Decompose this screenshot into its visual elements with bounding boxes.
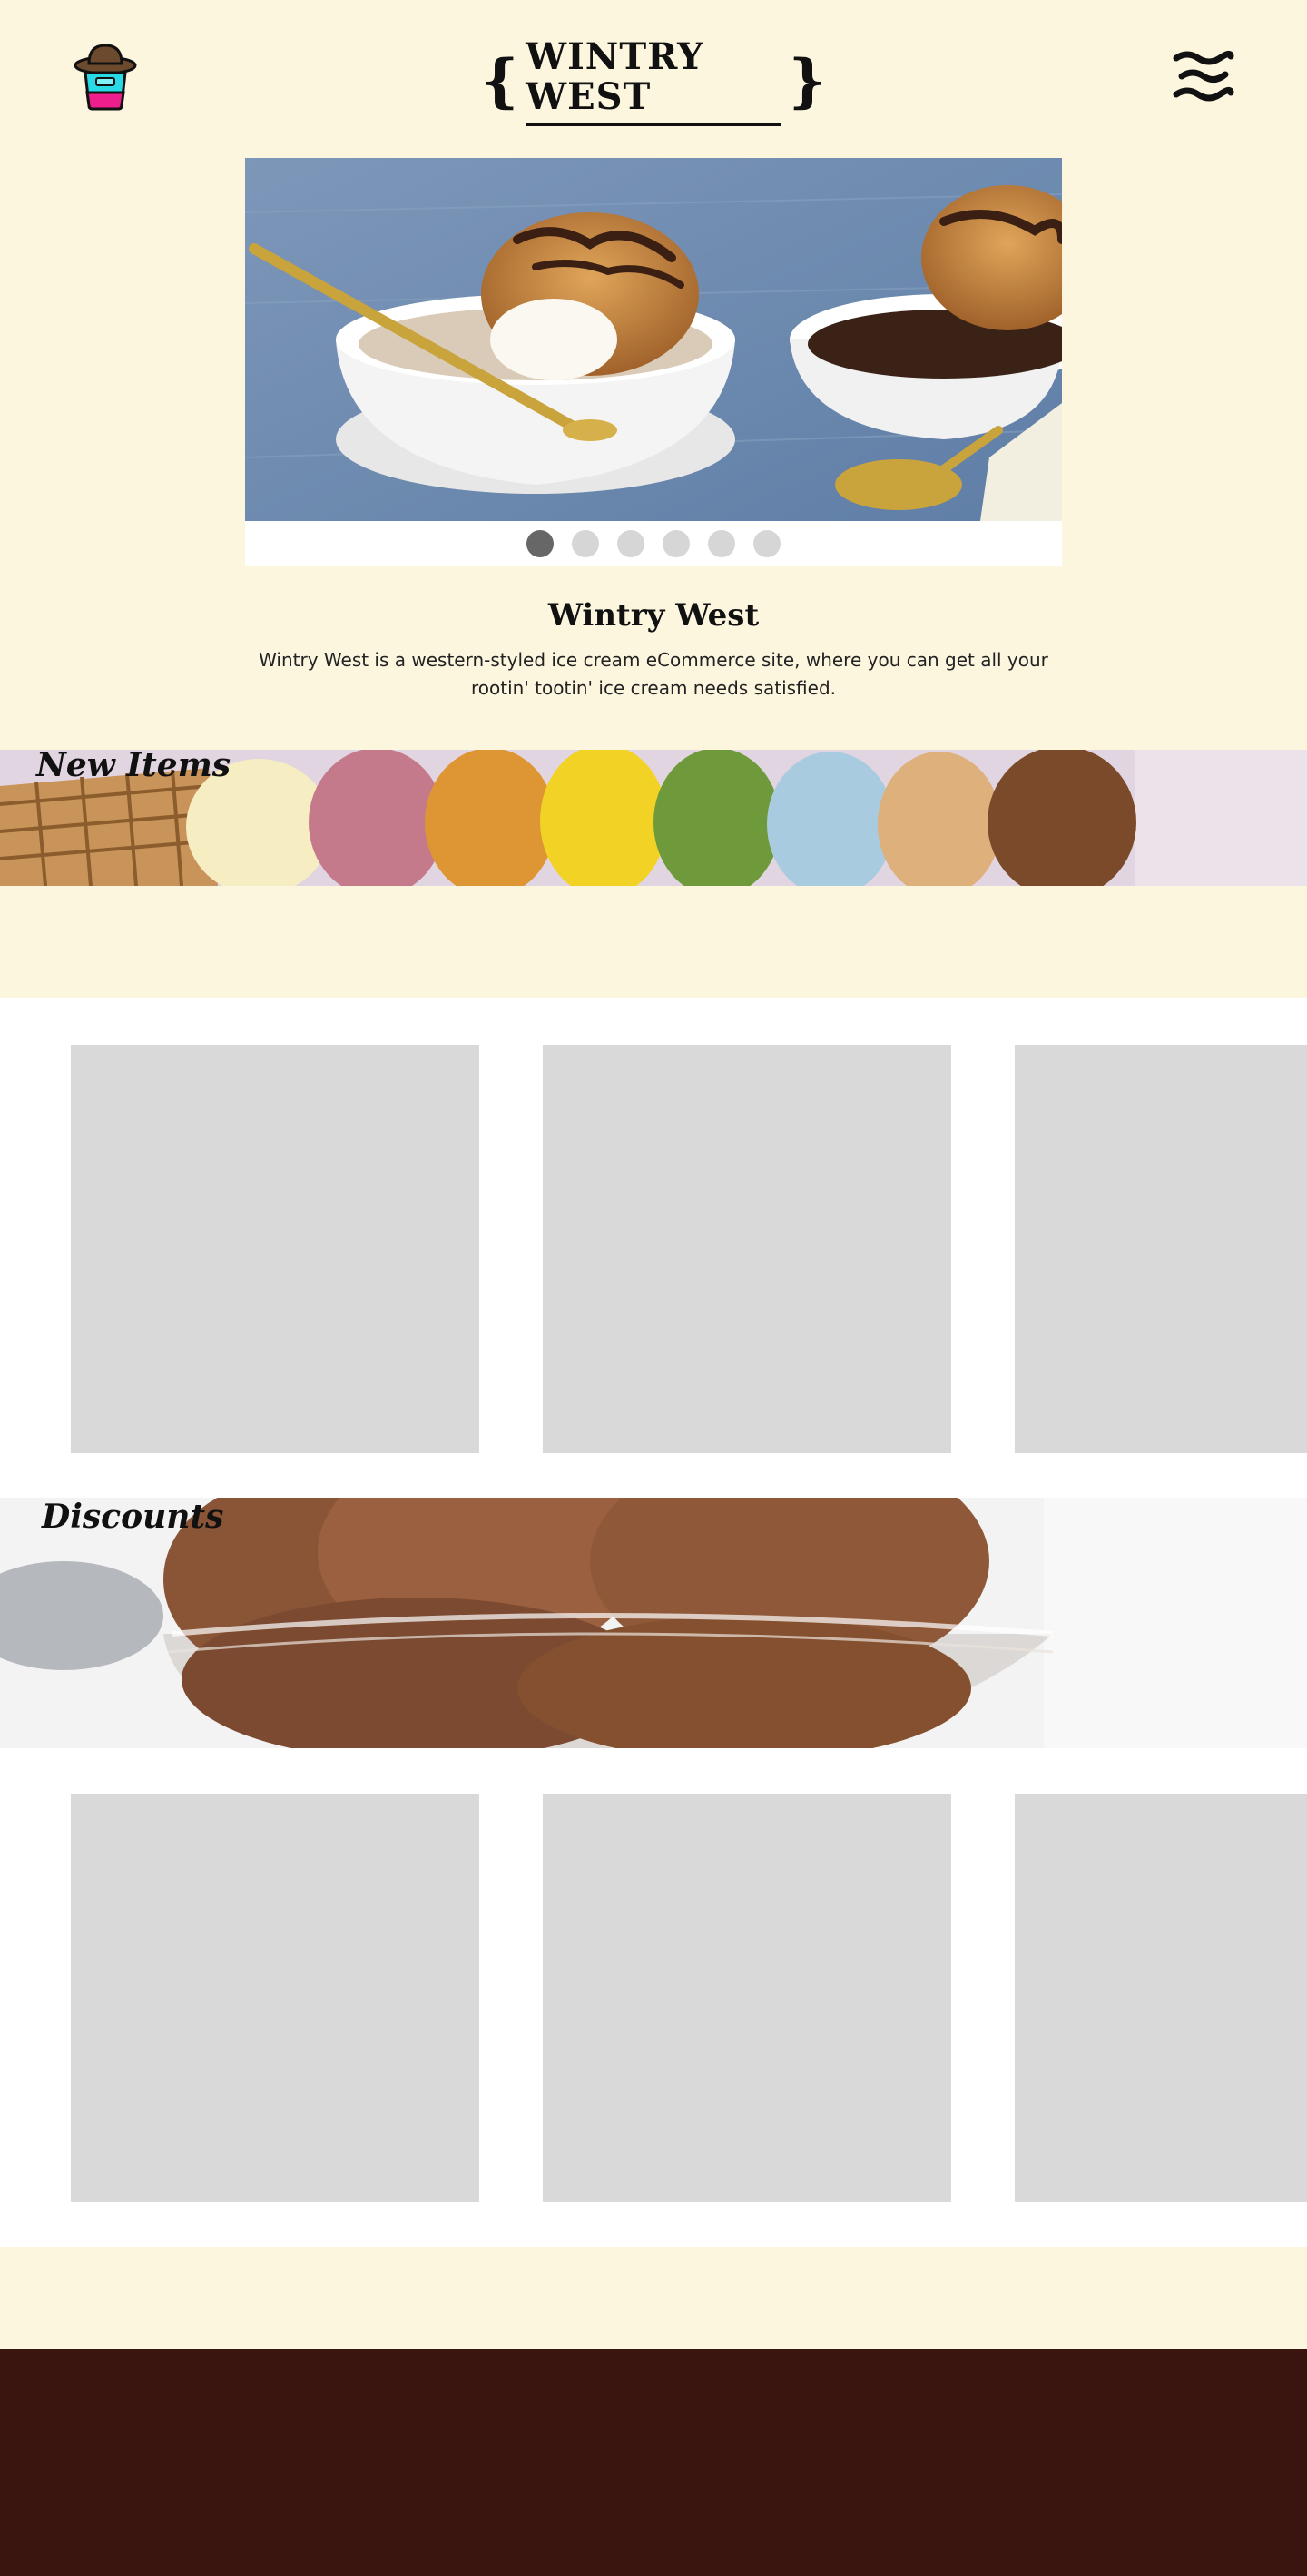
new-items-banner: New Items — [0, 750, 1307, 886]
product-card[interactable] — [1015, 1045, 1307, 1453]
product-card[interactable] — [543, 1045, 951, 1453]
discounts-heading: Discounts — [42, 1498, 224, 1536]
product-card[interactable] — [71, 1794, 479, 2202]
slideshow-dot[interactable] — [526, 530, 554, 557]
site-footer — [0, 2349, 1307, 2576]
brand-title: WINTRY WEST — [526, 37, 781, 126]
product-card[interactable] — [1015, 1794, 1307, 2202]
slideshow-dot[interactable] — [708, 530, 735, 557]
new-items-product-list — [0, 998, 1307, 1498]
brand-logo[interactable]: { WINTRY WEST } — [481, 37, 826, 126]
slideshow-dot[interactable] — [572, 530, 599, 557]
slideshow-dot[interactable] — [753, 530, 781, 557]
brand-brace-right: } — [788, 47, 826, 115]
intro-title: Wintry West — [547, 597, 760, 634]
slideshow-pagination — [245, 521, 1062, 566]
product-card[interactable] — [71, 1045, 479, 1453]
discounts-product-list — [0, 1748, 1307, 2247]
hero-slideshow — [245, 158, 1062, 566]
new-items-heading: New Items — [36, 750, 231, 784]
brand-brace-left: { — [481, 47, 519, 115]
intro-description: Wintry West is a western-styled ice crea… — [259, 649, 1048, 699]
site-header: { WINTRY WEST } — [0, 0, 1307, 154]
cowboy-ice-cream-logo-icon[interactable] — [73, 42, 138, 111]
product-card[interactable] — [543, 1794, 951, 2202]
slideshow-dot[interactable] — [617, 530, 644, 557]
hamburger-menu-icon[interactable] — [1171, 49, 1234, 103]
discounts-banner: Discounts — [0, 1498, 1307, 1748]
slideshow-dot[interactable] — [663, 530, 690, 557]
hero-image-fried-ice-cream — [245, 158, 1062, 521]
